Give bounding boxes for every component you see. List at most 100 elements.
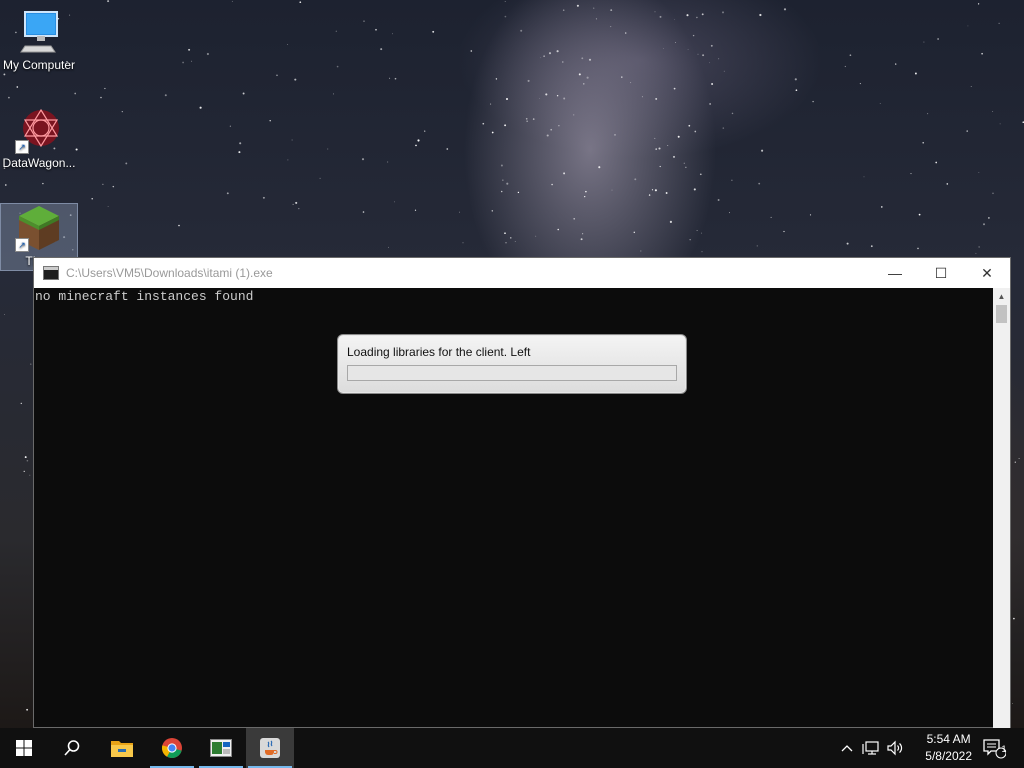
shortcut-arrow-icon: ↗ xyxy=(15,238,29,252)
star xyxy=(504,1,506,2)
star xyxy=(121,110,123,113)
star xyxy=(226,192,229,195)
star xyxy=(20,402,23,405)
star xyxy=(506,182,509,185)
loading-dialog: Loading libraries for the client. Left xyxy=(337,334,687,394)
star xyxy=(593,7,595,9)
start-button[interactable] xyxy=(0,728,48,768)
star xyxy=(761,149,764,152)
volume-button[interactable] xyxy=(884,728,906,768)
star xyxy=(583,83,585,85)
star xyxy=(23,470,25,472)
star xyxy=(988,217,990,219)
star xyxy=(262,196,265,199)
star xyxy=(74,92,77,95)
network-button[interactable] xyxy=(860,728,882,768)
star xyxy=(500,190,503,193)
star xyxy=(191,60,193,62)
star xyxy=(459,211,460,213)
star xyxy=(16,86,19,88)
star xyxy=(291,139,293,141)
star xyxy=(8,96,10,99)
star xyxy=(239,142,242,145)
star xyxy=(532,118,535,120)
star xyxy=(978,246,980,248)
star xyxy=(548,52,552,55)
star xyxy=(188,48,191,51)
chrome-icon xyxy=(161,738,182,759)
star xyxy=(640,250,642,252)
clock-time: 5:54 AM xyxy=(926,732,971,746)
action-center-button[interactable]: 1 xyxy=(978,728,1010,768)
star xyxy=(491,210,494,212)
taskbar-java[interactable] xyxy=(246,728,294,768)
star xyxy=(491,131,494,134)
star xyxy=(783,230,785,233)
star xyxy=(633,231,636,234)
star xyxy=(699,173,702,176)
star xyxy=(701,232,703,234)
window-title: C:\Users\VM5\Downloads\itami (1).exe xyxy=(66,266,273,280)
taskbar: 5:54 AM 5/8/2022 1 xyxy=(0,728,1024,768)
star xyxy=(4,184,7,186)
maximize-button[interactable]: ☐ xyxy=(918,258,964,288)
taskbar-app-window[interactable] xyxy=(197,728,245,768)
scrollbar-thumb[interactable] xyxy=(996,305,1007,323)
star xyxy=(520,29,523,32)
window-titlebar[interactable]: C:\Users\VM5\Downloads\itami (1).exe — ☐… xyxy=(34,258,1010,288)
maximize-icon: ☐ xyxy=(934,264,948,281)
star xyxy=(641,96,643,98)
star xyxy=(674,19,675,20)
chevron-up-icon xyxy=(841,745,853,752)
star xyxy=(756,245,758,247)
star xyxy=(206,52,209,56)
star xyxy=(125,162,128,165)
star xyxy=(546,134,549,137)
star xyxy=(295,201,298,204)
desktop-icon-datawagon[interactable]: ↗ DataWagon... xyxy=(1,106,77,172)
file-explorer-icon xyxy=(111,741,133,757)
star xyxy=(581,57,584,60)
star xyxy=(578,73,581,76)
star xyxy=(580,238,583,241)
vertical-scrollbar[interactable]: ▲ xyxy=(993,288,1010,728)
star xyxy=(446,148,449,150)
star xyxy=(992,192,994,195)
star xyxy=(614,134,616,136)
console-output: no minecraft instances found xyxy=(35,289,254,304)
minecraft-grass-block-icon: ↗ xyxy=(15,204,63,252)
console-window[interactable]: C:\Users\VM5\Downloads\itami (1).exe — ☐… xyxy=(33,257,1011,728)
star xyxy=(688,124,691,127)
star xyxy=(287,159,289,161)
star xyxy=(91,198,93,200)
star xyxy=(29,474,31,476)
close-button[interactable]: ✕ xyxy=(964,258,1010,288)
star xyxy=(298,207,300,210)
desktop-icon-my-computer[interactable]: My Computer xyxy=(1,8,77,74)
star xyxy=(624,32,627,34)
taskbar-chrome[interactable] xyxy=(148,728,196,768)
show-hidden-icons-button[interactable] xyxy=(838,728,856,768)
star xyxy=(683,162,685,164)
star xyxy=(505,97,509,101)
star xyxy=(759,13,762,17)
star xyxy=(659,165,661,168)
minimize-button[interactable]: — xyxy=(872,258,918,288)
desktop-icon-label: My Computer xyxy=(2,58,76,72)
star xyxy=(880,206,883,208)
star xyxy=(1018,457,1020,460)
star xyxy=(946,183,949,185)
star xyxy=(654,189,657,192)
scroll-up-icon[interactable]: ▲ xyxy=(993,288,1010,305)
star xyxy=(550,128,553,131)
star xyxy=(417,139,420,142)
star xyxy=(199,106,202,109)
search-button[interactable] xyxy=(48,728,96,768)
star xyxy=(970,86,972,88)
star xyxy=(545,93,548,96)
taskbar-file-explorer[interactable] xyxy=(98,728,146,768)
star xyxy=(287,43,289,45)
star xyxy=(697,53,699,55)
star xyxy=(556,50,559,53)
system-clock[interactable]: 5:54 AM 5/8/2022 xyxy=(925,731,972,765)
